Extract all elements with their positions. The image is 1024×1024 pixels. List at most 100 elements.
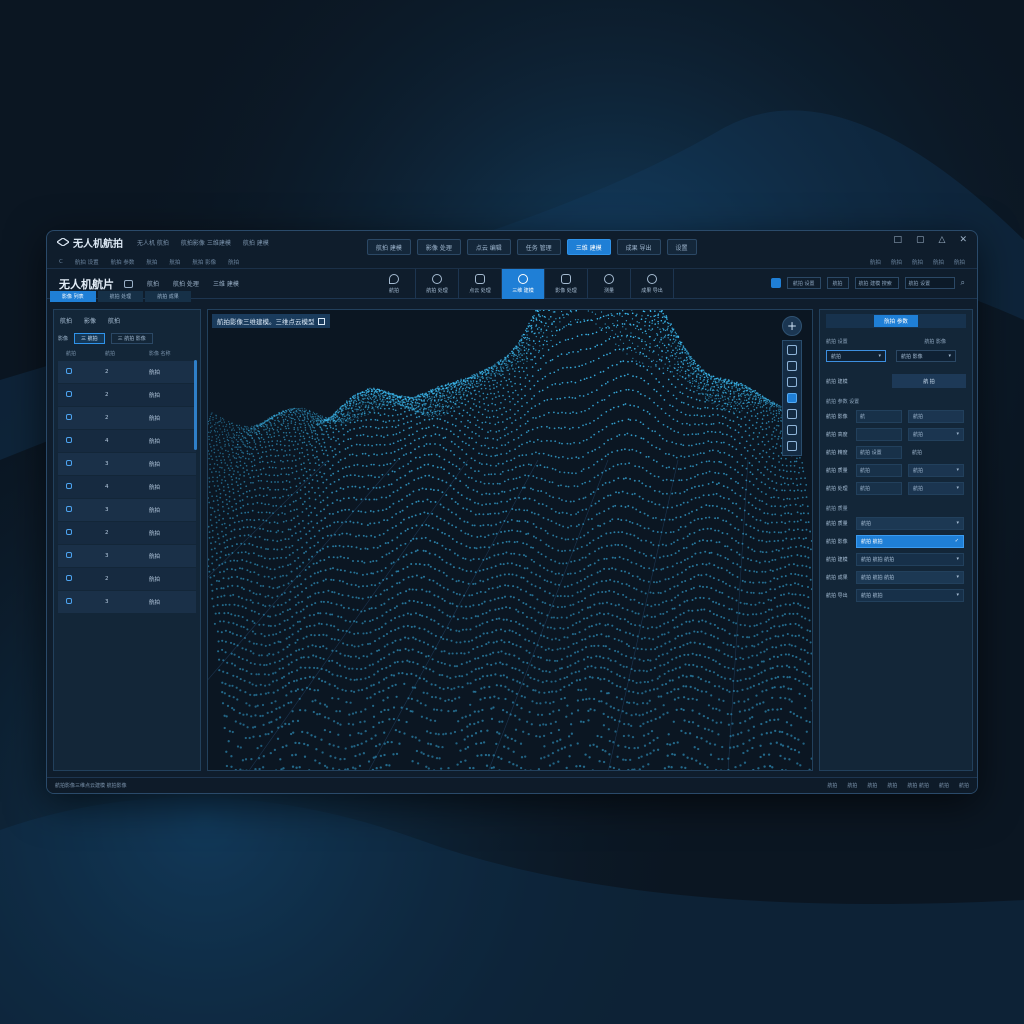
point — [805, 521, 807, 524]
filter-chip-active[interactable]: 三 航拍 — [74, 333, 105, 344]
panel-tab[interactable]: 航拍 — [108, 316, 120, 325]
restore-icon[interactable]: ▢ — [916, 235, 925, 245]
point — [388, 420, 391, 422]
top-tab[interactable]: 设置 — [666, 239, 697, 255]
point — [520, 339, 523, 342]
grid-icon[interactable] — [770, 278, 781, 288]
filter-chip[interactable]: 三 航拍 影像 — [110, 333, 153, 344]
search-input[interactable]: 航拍 建模 搜索 — [854, 277, 899, 289]
submenu-item[interactable]: 航拍 影像 — [192, 258, 216, 266]
list-item[interactable]: 3 航拍 — [58, 499, 196, 521]
top-tab-active[interactable]: 三维 建模 — [566, 239, 611, 255]
point — [466, 386, 468, 388]
tool-button[interactable]: 成果 导出 — [631, 269, 674, 299]
grid-line — [208, 459, 399, 681]
point — [227, 443, 230, 445]
list-scrollbar[interactable] — [194, 360, 197, 450]
header-link[interactable]: 航拍 处理 — [173, 279, 199, 288]
tool-button[interactable]: 测量 — [588, 269, 631, 299]
point — [501, 360, 503, 363]
home-icon[interactable] — [124, 279, 133, 288]
point — [211, 425, 213, 427]
top-tab[interactable]: 航拍 建模 — [367, 239, 411, 255]
point — [442, 447, 445, 449]
header-button[interactable]: 航拍 设置 — [786, 277, 821, 289]
point — [276, 443, 278, 445]
submenu-item[interactable]: 航拍 — [169, 258, 180, 266]
point — [264, 420, 266, 422]
panel-tab[interactable]: 航拍 — [60, 316, 72, 325]
list-item[interactable]: 4 航拍 — [58, 430, 196, 452]
point — [620, 334, 623, 337]
submenu-item[interactable]: 航拍 — [146, 258, 157, 266]
point — [511, 364, 513, 366]
point — [294, 477, 297, 480]
settings-input[interactable]: 航拍 设置 — [904, 277, 955, 289]
point — [208, 450, 210, 452]
point — [349, 421, 352, 424]
point — [237, 484, 239, 487]
point — [440, 385, 442, 388]
point — [282, 495, 284, 498]
list-item[interactable]: 3 航拍 — [58, 453, 196, 475]
point — [252, 455, 255, 458]
tool-button[interactable]: 航拍 处理 — [416, 269, 459, 299]
point — [786, 497, 789, 500]
submenu-item[interactable]: 航拍 — [228, 258, 239, 266]
header-button[interactable]: 航拍 — [826, 277, 849, 289]
list-item[interactable]: 2 航拍 — [58, 568, 196, 590]
submenu-item[interactable]: 航拍 — [870, 258, 881, 266]
tool-button[interactable]: 影像 处理 — [545, 269, 588, 299]
sub-tab-active[interactable]: 影像 列表 — [50, 291, 96, 302]
point — [243, 462, 246, 465]
list-item[interactable]: 3 航拍 — [58, 591, 196, 613]
sub-tab[interactable]: 航拍 成果 — [145, 291, 191, 302]
submenu-item[interactable]: 航拍 参数 — [111, 258, 135, 266]
submenu-item[interactable]: 航拍 设置 — [75, 258, 99, 266]
list-item[interactable]: 2 航拍 — [58, 407, 196, 429]
search-icon[interactable]: ⌕ — [961, 278, 965, 288]
top-tab[interactable]: 任务 管理 — [516, 239, 561, 255]
point — [777, 438, 779, 440]
submenu-item[interactable]: 航拍 — [933, 258, 944, 266]
top-tab[interactable]: 成果 导出 — [616, 239, 661, 255]
submenu-item[interactable]: C — [59, 259, 63, 265]
point — [301, 411, 303, 413]
header-link[interactable]: 三维 建模 — [213, 279, 239, 288]
point — [639, 451, 642, 454]
3d-viewport[interactable]: 航拍影像三维建模。三维点云模型 + — [207, 309, 813, 771]
point — [278, 434, 280, 437]
image-icon — [66, 529, 72, 535]
submenu-item[interactable]: 航拍 — [912, 258, 923, 266]
list-item[interactable]: 4 航拍 — [58, 476, 196, 498]
point — [717, 393, 719, 395]
point — [740, 382, 743, 385]
point — [736, 401, 738, 403]
list-item[interactable]: 3 航拍 — [58, 545, 196, 567]
submenu-item[interactable]: 航拍 — [891, 258, 902, 266]
top-tab[interactable]: 点云 编辑 — [466, 239, 511, 255]
point — [740, 384, 743, 387]
list-item[interactable]: 2 航拍 — [58, 522, 196, 544]
point — [472, 379, 475, 382]
list-item[interactable]: 2 航拍 — [58, 384, 196, 406]
list-item[interactable]: 2 航拍 — [58, 361, 196, 383]
notify-icon[interactable]: △ — [939, 235, 946, 245]
point — [478, 462, 481, 464]
point — [342, 440, 345, 443]
point — [291, 471, 294, 474]
sub-tab[interactable]: 航拍 处理 — [97, 291, 144, 302]
point — [792, 529, 795, 532]
point — [542, 343, 545, 346]
tool-button[interactable]: 点云 处理 — [459, 269, 502, 299]
minimize-icon[interactable]: □ — [894, 235, 903, 245]
submenu-item[interactable]: 航拍 — [954, 258, 965, 266]
tool-button-active[interactable]: 三维 建模 — [502, 269, 545, 299]
expand-icon[interactable] — [317, 317, 325, 325]
panel-tab[interactable]: 影像 — [84, 316, 96, 325]
point — [361, 475, 364, 478]
tool-button[interactable]: 航拍 — [373, 269, 416, 299]
header-link[interactable]: 航拍 — [147, 279, 159, 288]
top-tab[interactable]: 影像 处理 — [416, 239, 461, 255]
close-icon[interactable]: ✕ — [959, 235, 967, 245]
